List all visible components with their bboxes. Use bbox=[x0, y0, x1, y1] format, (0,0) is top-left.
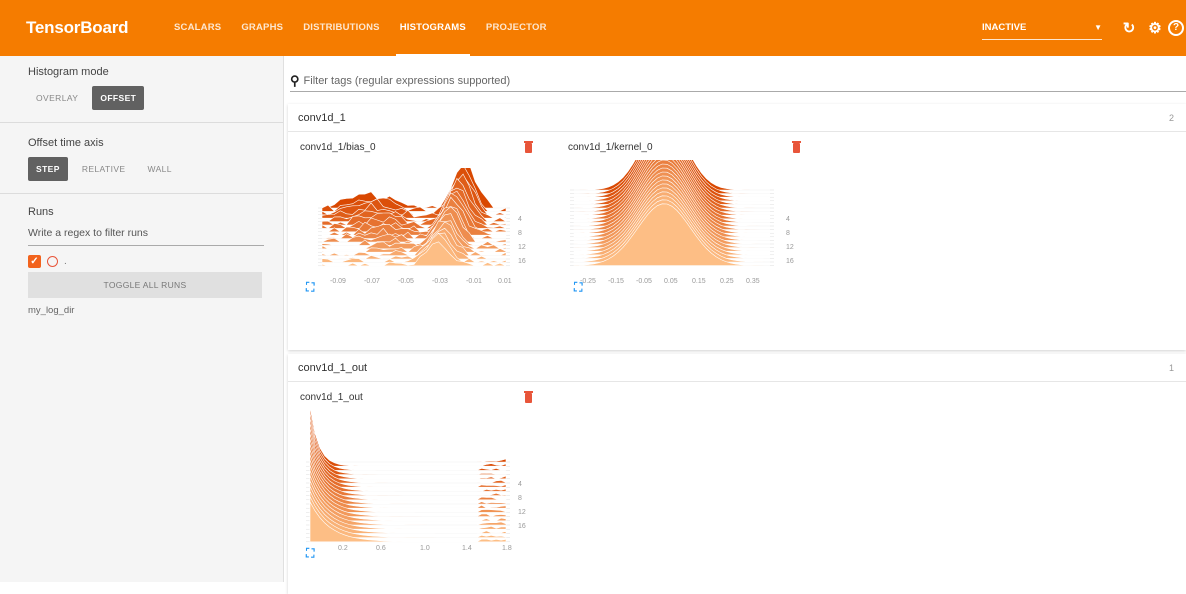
histogram-card: conv1d_1/kernel_0 4 8 12 16 -0.25 -0.15 … bbox=[556, 132, 806, 332]
x-tick-label: 0.6 bbox=[376, 545, 386, 552]
tag-group-name: conv1d_1 bbox=[298, 111, 346, 124]
x-tick-label: 0.25 bbox=[720, 278, 734, 285]
help-icon[interactable]: ? bbox=[1168, 15, 1186, 41]
tag-group-conv1d-1: conv1d_1 2 conv1d_1/bias_0 4 8 12 16 -0.… bbox=[288, 104, 1186, 350]
tab-histograms[interactable]: HISTOGRAMS bbox=[390, 0, 476, 56]
y-tick-label: 16 bbox=[518, 258, 526, 265]
offset-button[interactable]: OFFSET bbox=[92, 86, 145, 110]
x-tick-label: -0.03 bbox=[432, 278, 448, 285]
runs-section: Runs Write a regex to filter runs ✓ . TO… bbox=[0, 194, 283, 328]
tag-filter-input[interactable]: ⚲ Filter tags (regular expressions suppo… bbox=[290, 70, 1186, 92]
expand-icon[interactable]: ⛶ bbox=[306, 546, 314, 561]
top-right-controls: INACTIVE ▼ ↻ ⚙ ? bbox=[982, 0, 1186, 56]
y-tick-label: 4 bbox=[518, 216, 522, 223]
offset-axis-title: Offset time axis bbox=[28, 137, 104, 149]
app-brand: TensorBoard bbox=[26, 18, 129, 37]
x-tick-label: -0.05 bbox=[398, 278, 414, 285]
tag-group-name: conv1d_1_out bbox=[298, 361, 368, 374]
histogram-chart: 4 8 12 16 0.2 0.6 1.0 1.4 1.8 bbox=[306, 410, 526, 552]
histogram-card: conv1d_1_out 4 8 12 16 0.2 0.6 1.0 1.4 1… bbox=[288, 382, 538, 582]
offset-axis-section: Offset time axis STEP RELATIVE WALL bbox=[0, 123, 283, 194]
x-tick-label: 0.15 bbox=[692, 278, 706, 285]
tab-scalars[interactable]: SCALARS bbox=[164, 0, 231, 56]
tag-group-count: 2 bbox=[1168, 112, 1174, 123]
sidebar: Histogram mode OVERLAY OFFSET Offset tim… bbox=[0, 56, 284, 582]
x-tick-label: 0.35 bbox=[746, 278, 760, 285]
x-tick-label: 1.8 bbox=[502, 545, 512, 552]
trash-icon[interactable] bbox=[792, 141, 801, 153]
expand-icon[interactable]: ⛶ bbox=[574, 280, 582, 295]
status-label: INACTIVE bbox=[982, 22, 1027, 33]
y-tick-label: 12 bbox=[518, 509, 526, 516]
y-tick-label: 8 bbox=[518, 495, 522, 502]
card-title: conv1d_1_out bbox=[300, 392, 363, 403]
x-tick-label: -0.05 bbox=[636, 278, 652, 285]
histogram-ridge bbox=[309, 410, 507, 467]
x-tick-label: 1.4 bbox=[462, 545, 472, 552]
y-tick-label: 12 bbox=[786, 244, 794, 251]
tag-filter-placeholder: Filter tags (regular expressions support… bbox=[303, 74, 511, 87]
log-dir-label: my_log_dir bbox=[28, 305, 75, 316]
x-tick-label: 1.0 bbox=[420, 545, 430, 552]
run-color-circle-icon[interactable] bbox=[47, 255, 58, 267]
trash-icon[interactable] bbox=[524, 391, 533, 403]
settings-icon[interactable]: ⚙ bbox=[1142, 15, 1168, 41]
status-dropdown[interactable]: INACTIVE ▼ bbox=[982, 16, 1102, 40]
y-tick-label: 12 bbox=[518, 244, 526, 251]
histogram-ridge bbox=[310, 458, 507, 463]
histogram-mode-section: Histogram mode OVERLAY OFFSET bbox=[0, 56, 283, 123]
caret-down-icon: ▼ bbox=[1094, 23, 1102, 32]
checkbox-icon[interactable]: ✓ bbox=[28, 254, 41, 268]
x-tick-label: -0.07 bbox=[364, 278, 380, 285]
expand-icon[interactable]: ⛶ bbox=[306, 280, 314, 295]
y-tick-label: 8 bbox=[786, 230, 790, 237]
x-tick-label: -0.25 bbox=[580, 278, 596, 285]
overlay-button[interactable]: OVERLAY bbox=[28, 86, 86, 110]
card-title: conv1d_1/kernel_0 bbox=[568, 142, 653, 153]
trash-icon[interactable] bbox=[524, 141, 533, 153]
x-tick-label: 0.05 bbox=[664, 278, 678, 285]
x-tick-label: 0.2 bbox=[338, 545, 348, 552]
tag-group-header[interactable]: conv1d_1 2 bbox=[288, 104, 1186, 132]
y-tick-label: 8 bbox=[518, 230, 522, 237]
x-tick-label: -0.15 bbox=[608, 278, 624, 285]
search-icon: ⚲ bbox=[290, 72, 300, 88]
main-content: ⚲ Filter tags (regular expressions suppo… bbox=[284, 56, 1186, 594]
top-bar: TensorBoard SCALARS GRAPHS DISTRIBUTIONS… bbox=[0, 0, 1186, 56]
tab-graphs[interactable]: GRAPHS bbox=[231, 0, 293, 56]
y-tick-label: 16 bbox=[786, 258, 794, 265]
histogram-card: conv1d_1/bias_0 4 8 12 16 -0.09 -0.07 -0… bbox=[288, 132, 538, 332]
run-row: ✓ . bbox=[28, 252, 255, 270]
run-label: . bbox=[64, 255, 67, 267]
x-tick-label: 0.01 bbox=[498, 278, 512, 285]
relative-button[interactable]: RELATIVE bbox=[74, 157, 134, 181]
y-tick-label: 4 bbox=[786, 216, 790, 223]
tab-projector[interactable]: PROJECTOR bbox=[476, 0, 557, 56]
card-title: conv1d_1/bias_0 bbox=[300, 142, 376, 153]
toggle-all-runs-button[interactable]: TOGGLE ALL RUNS bbox=[28, 272, 262, 298]
runs-title: Runs bbox=[28, 206, 54, 218]
histogram-chart: 4 8 12 16 -0.09 -0.07 -0.05 -0.03 -0.01 … bbox=[318, 168, 526, 285]
tag-group-conv1d-1-out: conv1d_1_out 1 conv1d_1_out 4 8 12 16 0.… bbox=[288, 354, 1186, 594]
y-tick-label: 16 bbox=[518, 523, 526, 530]
tag-group-count: 1 bbox=[1168, 362, 1174, 373]
histogram-mode-title: Histogram mode bbox=[28, 66, 109, 78]
tab-distributions[interactable]: DISTRIBUTIONS bbox=[293, 0, 390, 56]
histogram-chart: 4 8 12 16 -0.25 -0.15 -0.05 0.05 0.15 0.… bbox=[570, 160, 794, 285]
ridge-stack bbox=[570, 160, 774, 266]
tag-group-header[interactable]: conv1d_1_out 1 bbox=[288, 354, 1186, 382]
ridge-stack bbox=[306, 410, 510, 543]
x-tick-label: -0.01 bbox=[466, 278, 482, 285]
step-button[interactable]: STEP bbox=[28, 157, 68, 181]
runs-filter-input[interactable]: Write a regex to filter runs bbox=[28, 220, 264, 246]
x-tick-label: -0.09 bbox=[330, 278, 346, 285]
wall-button[interactable]: WALL bbox=[139, 157, 179, 181]
nav-tabs: SCALARS GRAPHS DISTRIBUTIONS HISTOGRAMS … bbox=[164, 0, 557, 56]
refresh-icon[interactable]: ↻ bbox=[1116, 15, 1142, 41]
y-tick-label: 4 bbox=[518, 481, 522, 488]
ridge-stack bbox=[318, 168, 510, 267]
